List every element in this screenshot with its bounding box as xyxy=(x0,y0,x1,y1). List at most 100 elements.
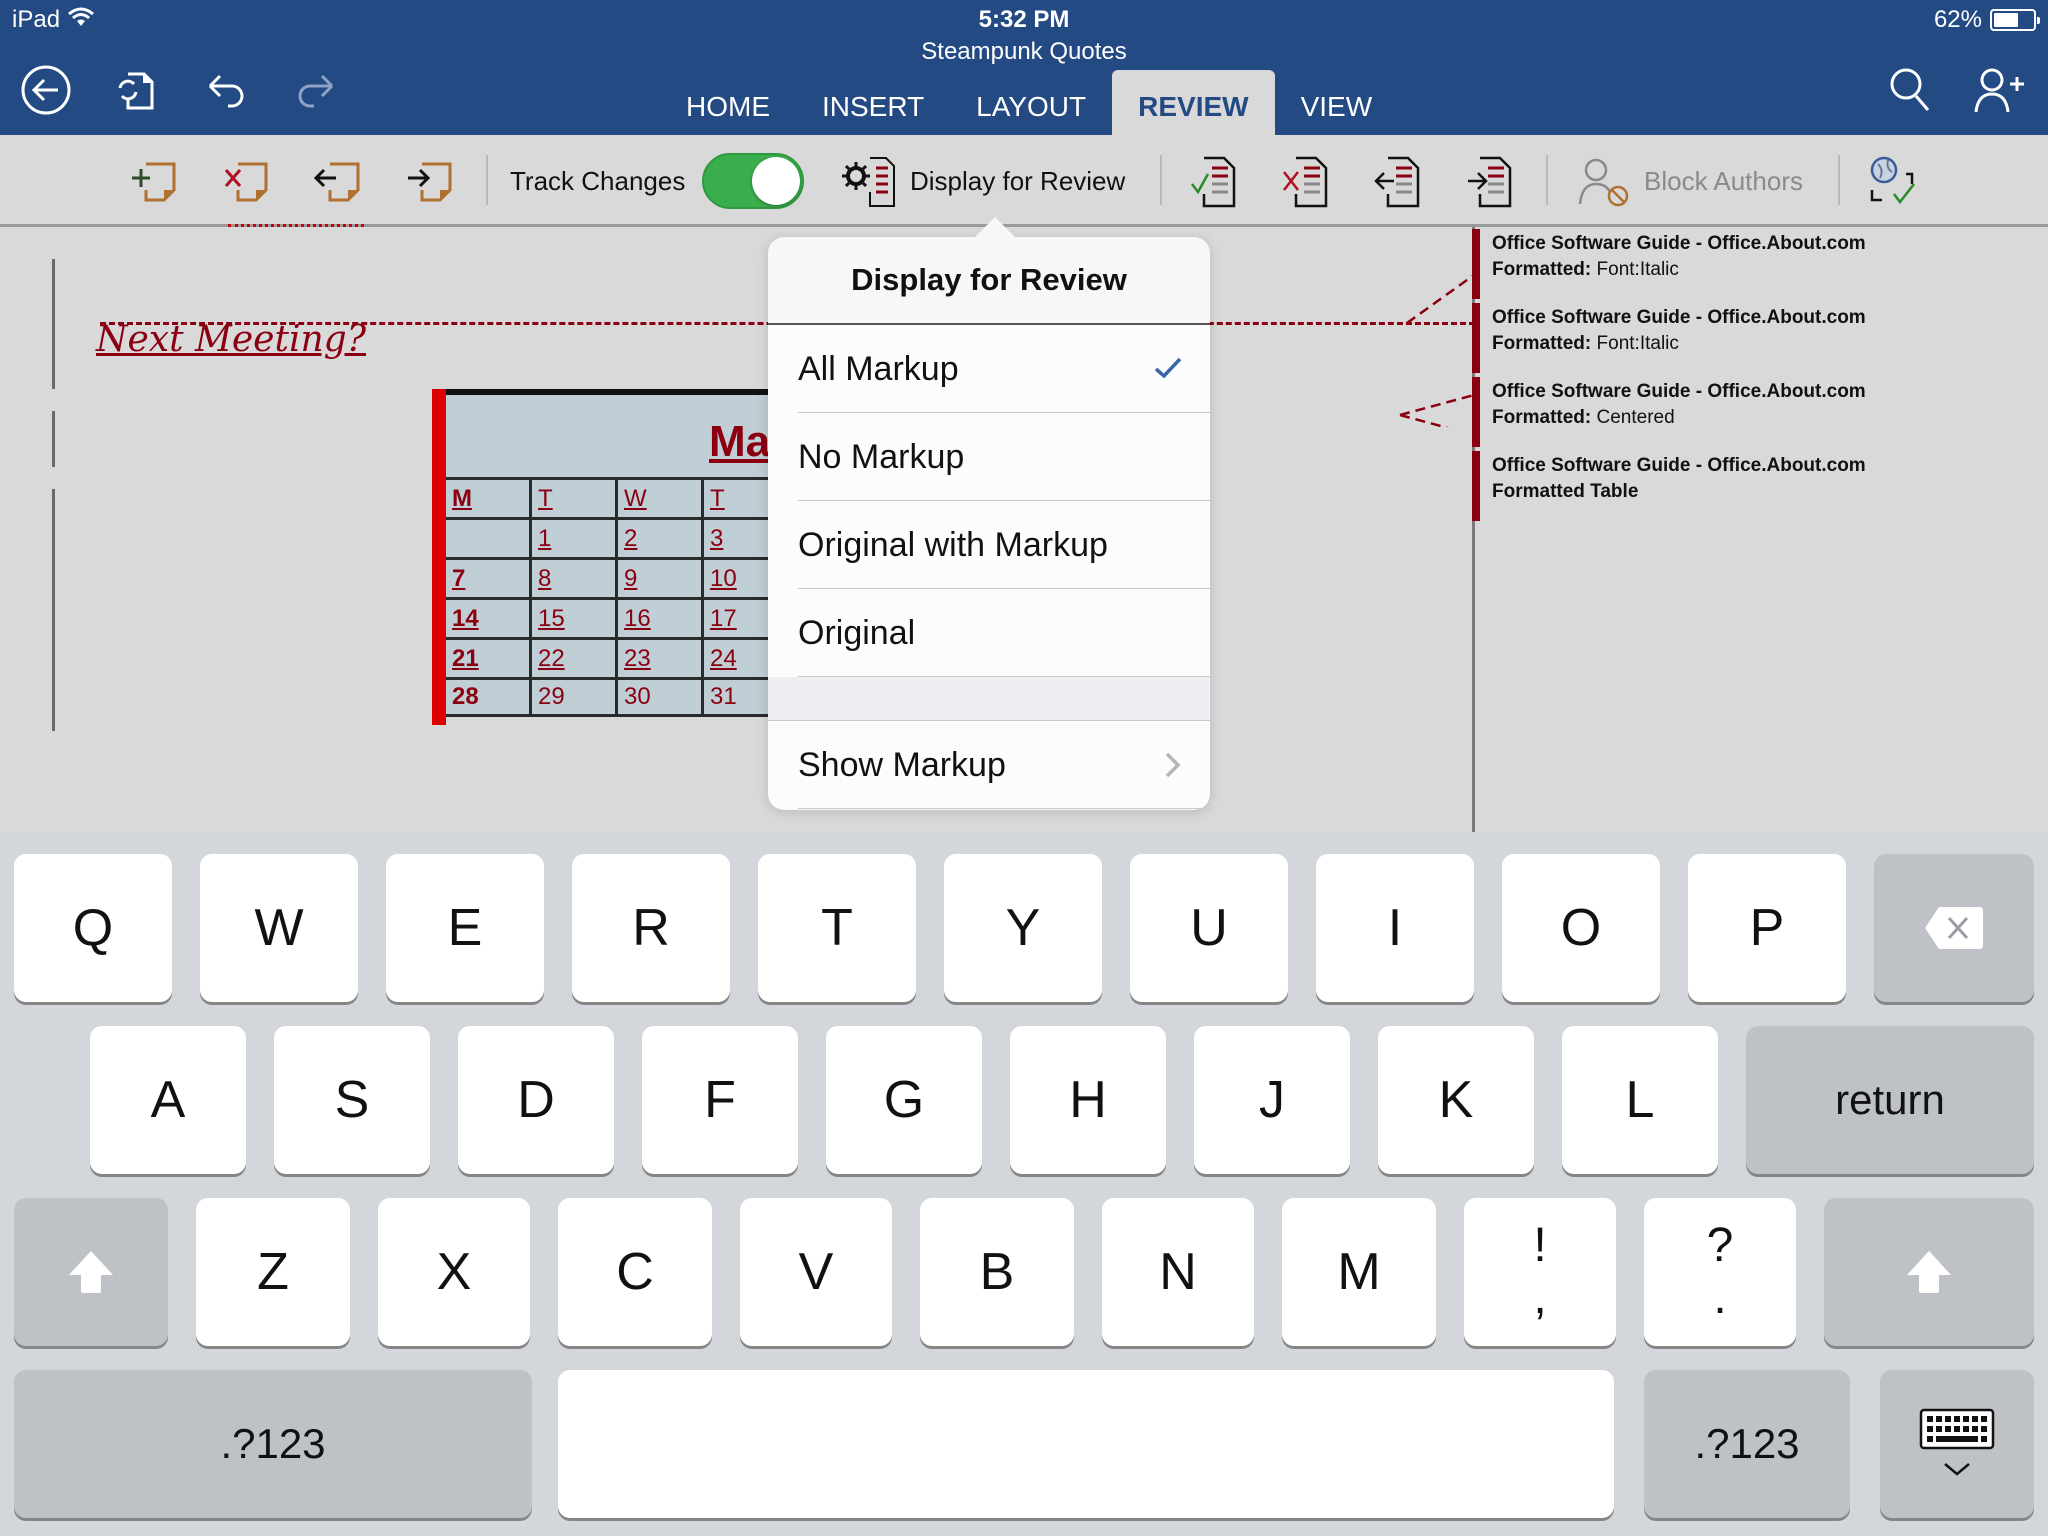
markup-leader-lines xyxy=(1399,273,1475,427)
key-q[interactable]: Q xyxy=(14,854,172,1002)
markup-balloon[interactable]: Office Software Guide - Office.About.com… xyxy=(1472,451,1972,521)
file-sync-button[interactable] xyxy=(108,62,164,118)
next-comment-button[interactable] xyxy=(404,153,460,209)
key-s[interactable]: S xyxy=(274,1026,430,1174)
key-v[interactable]: V xyxy=(740,1198,892,1346)
option-original-with-markup[interactable]: Original with Markup xyxy=(768,501,1210,589)
key-j[interactable]: J xyxy=(1194,1026,1350,1174)
show-markup-item[interactable]: Show Markup xyxy=(768,721,1210,809)
key-u[interactable]: U xyxy=(1130,854,1288,1002)
key-exclamation-comma[interactable]: !, xyxy=(1464,1198,1616,1346)
calendar-month: Ma xyxy=(709,417,771,466)
key-h[interactable]: H xyxy=(1010,1026,1166,1174)
day-cell: 28 xyxy=(446,680,532,714)
key-c[interactable]: C xyxy=(558,1198,712,1346)
key-x[interactable]: X xyxy=(378,1198,530,1346)
tab-review[interactable]: REVIEW xyxy=(1112,70,1275,135)
calendar-week-row: 21 22 23 24 xyxy=(446,637,792,677)
sync-changes-button[interactable] xyxy=(1868,153,1920,209)
back-button[interactable] xyxy=(18,62,74,118)
key-p[interactable]: P xyxy=(1688,854,1846,1002)
key-t[interactable]: T xyxy=(758,854,916,1002)
key-f[interactable]: F xyxy=(642,1026,798,1174)
undo-button[interactable] xyxy=(198,62,254,118)
markup-balloon[interactable]: Office Software Guide - Office.About.com… xyxy=(1472,303,1972,373)
option-original[interactable]: Original xyxy=(768,589,1210,677)
display-for-review-button[interactable]: Display for Review xyxy=(840,153,1125,209)
toolbar-divider xyxy=(1838,155,1840,205)
balloon-author: Office Software Guide - Office.About.com xyxy=(1492,455,1866,476)
change-bar xyxy=(52,259,55,389)
balloon-bar xyxy=(1472,229,1480,299)
weekday-cell: M xyxy=(446,480,532,517)
option-label: Original with Markup xyxy=(798,525,1108,564)
key-a[interactable]: A xyxy=(90,1026,246,1174)
popover-section-gap xyxy=(768,677,1210,721)
return-key[interactable]: return xyxy=(1746,1026,2034,1174)
previous-comment-button[interactable] xyxy=(312,153,368,209)
key-m[interactable]: M xyxy=(1282,1198,1436,1346)
shift-key-left[interactable] xyxy=(14,1198,168,1346)
markup-balloon[interactable]: Office Software Guide - Office.About.com… xyxy=(1472,229,1972,299)
key-l[interactable]: L xyxy=(1562,1026,1718,1174)
popover-arrow xyxy=(973,217,1017,239)
balloon-detail: Formatted Table xyxy=(1492,481,1639,502)
app-header: iPad 5:32 PM 62% Steampunk Quotes HOME I… xyxy=(0,0,2048,135)
backspace-key[interactable] xyxy=(1874,854,2034,1002)
next-meeting-heading[interactable]: Next Meeting? xyxy=(96,319,366,360)
next-change-button[interactable] xyxy=(1466,153,1518,209)
display-for-review-label: Display for Review xyxy=(910,165,1126,196)
delete-comment-button[interactable] xyxy=(220,153,276,209)
accept-change-icon xyxy=(1191,156,1236,208)
markup-balloon[interactable]: Office Software Guide - Office.About.com… xyxy=(1472,377,1972,447)
option-no-markup[interactable]: No Markup xyxy=(768,413,1210,501)
numbers-key-left[interactable]: .?123 xyxy=(14,1370,532,1518)
previous-change-button[interactable] xyxy=(1374,153,1426,209)
shift-icon xyxy=(1907,1251,1951,1293)
key-r[interactable]: R xyxy=(572,854,730,1002)
redo-button[interactable] xyxy=(288,62,344,118)
previous-comment-icon xyxy=(313,162,360,202)
new-comment-button[interactable] xyxy=(128,153,184,209)
key-o[interactable]: O xyxy=(1502,854,1660,1002)
review-toolbar: Track Changes Display for Review Block A… xyxy=(0,135,2048,227)
key-w[interactable]: W xyxy=(200,854,358,1002)
balloon-author: Office Software Guide - Office.About.com xyxy=(1492,233,1866,254)
key-d[interactable]: D xyxy=(458,1026,614,1174)
keyboard-dismiss-icon xyxy=(1919,1408,1995,1476)
key-i[interactable]: I xyxy=(1316,854,1474,1002)
shift-key-right[interactable] xyxy=(1824,1198,2034,1346)
tab-layout[interactable]: LAYOUT xyxy=(950,70,1112,135)
tab-home[interactable]: HOME xyxy=(660,70,796,135)
tab-insert[interactable]: INSERT xyxy=(796,70,950,135)
calendar-week-row: 14 15 16 17 xyxy=(446,597,792,637)
status-time: 5:32 PM xyxy=(978,6,1070,33)
shift-icon xyxy=(69,1251,113,1293)
calendar-table[interactable]: Ma M T W T 1 2 3 7 8 9 10 14 15 16 17 21… xyxy=(432,389,792,725)
key-g[interactable]: G xyxy=(826,1026,982,1174)
next-comment-icon xyxy=(408,162,452,202)
change-bar xyxy=(52,489,55,731)
previous-change-icon xyxy=(1374,156,1420,208)
accept-change-button[interactable] xyxy=(1190,153,1242,209)
key-b[interactable]: B xyxy=(920,1198,1074,1346)
key-k[interactable]: K xyxy=(1378,1026,1534,1174)
display-for-review-popover: Display for Review All Markup No Markup … xyxy=(768,217,1210,810)
key-y[interactable]: Y xyxy=(944,854,1102,1002)
key-question-period[interactable]: ?. xyxy=(1644,1198,1796,1346)
track-changes-toggle[interactable] xyxy=(702,153,804,209)
dismiss-keyboard-key[interactable] xyxy=(1880,1370,2034,1518)
key-e[interactable]: E xyxy=(386,854,544,1002)
space-bar[interactable] xyxy=(558,1370,1614,1518)
search-icon xyxy=(1890,68,1930,111)
option-all-markup[interactable]: All Markup xyxy=(768,325,1210,413)
key-z[interactable]: Z xyxy=(196,1198,350,1346)
tab-view[interactable]: VIEW xyxy=(1275,70,1399,135)
key-n[interactable]: N xyxy=(1102,1198,1254,1346)
reject-change-button[interactable] xyxy=(1282,153,1334,209)
share-button[interactable] xyxy=(1972,62,2028,118)
track-changes-label: Track Changes xyxy=(510,165,686,196)
numbers-key-right[interactable]: .?123 xyxy=(1644,1370,1850,1518)
search-button[interactable] xyxy=(1882,62,1938,118)
block-authors-button[interactable]: Block Authors xyxy=(1578,153,1803,209)
